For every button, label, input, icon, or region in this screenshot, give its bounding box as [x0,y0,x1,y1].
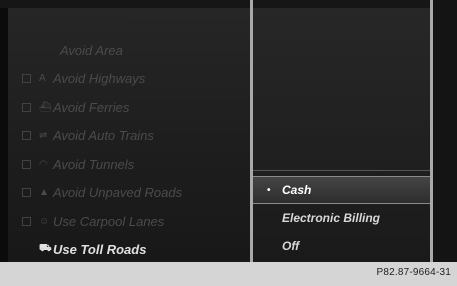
toll-option-off[interactable]: Off [253,232,430,260]
screen-bezel-top [0,0,457,8]
tunnel-icon: ◠ [39,158,48,170]
auto-train-icon: ⇌ [39,130,48,142]
toll-option-cash-label: Cash [282,183,312,197]
toll-option-electronic-billing[interactable]: Electronic Billing [253,204,430,232]
avoid-auto-trains-label: Avoid Auto Trains [53,128,154,144]
toll-option-off-label: Off [282,239,300,253]
avoid-highways-label: Avoid Highways [53,71,146,87]
avoid-area-label: Avoid Area [60,42,123,58]
toll-option-electronic-billing-label: Electronic Billing [282,211,381,225]
toll-road-icon: ⛟ [39,243,52,255]
avoid-unpaved-roads-item[interactable]: ▲ Avoid Unpaved Roads [22,179,247,208]
avoid-highways-item[interactable]: A Avoid Highways [22,65,247,94]
carpool-icon: ☺ [39,215,50,227]
figure-caption-bar: P82.87-9664-31 [0,262,457,286]
toll-payment-options: • Cash Electronic Billing Off [253,176,430,260]
avoid-auto-trains-item[interactable]: ⇌ Avoid Auto Trains [22,122,247,151]
use-carpool-lanes-label: Use Carpool Lanes [53,213,165,229]
ferry-icon: ⛴ [39,101,52,113]
avoid-unpaved-roads-label: Avoid Unpaved Roads [53,185,183,201]
toll-option-cash[interactable]: • Cash [253,176,430,204]
use-toll-roads-label: Use Toll Roads [53,242,147,258]
use-carpool-lanes-checkbox[interactable] [22,216,31,226]
avoid-unpaved-roads-checkbox[interactable] [22,188,31,198]
use-carpool-lanes-item[interactable]: ☺ Use Carpool Lanes [22,207,247,236]
avoid-ferries-checkbox[interactable] [22,102,31,112]
figure-reference-code: P82.87-9664-31 [376,267,451,278]
unpaved-road-icon: ▲ [39,187,49,199]
avoid-area-item[interactable]: Avoid Area [22,36,247,65]
selected-dot-icon: • [267,184,271,196]
use-toll-roads-item[interactable]: ⛟ Use Toll Roads [22,236,247,263]
avoid-auto-trains-checkbox[interactable] [22,131,31,141]
avoid-ferries-item[interactable]: ⛴ Avoid Ferries [22,93,247,122]
screen-edge-right [433,0,457,262]
avoid-tunnels-checkbox[interactable] [22,159,31,169]
avoid-ferries-label: Avoid Ferries [53,99,130,115]
highway-icon: A [39,73,46,85]
avoid-highways-checkbox[interactable] [22,74,31,84]
avoid-tunnels-item[interactable]: ◠ Avoid Tunnels [22,150,247,179]
route-options-list: Avoid Area A Avoid Highways ⛴ Avoid Ferr… [22,36,247,262]
navigation-screen: Avoid Area A Avoid Highways ⛴ Avoid Ferr… [0,0,457,262]
avoid-tunnels-label: Avoid Tunnels [53,156,135,172]
submenu-separator [253,170,430,171]
